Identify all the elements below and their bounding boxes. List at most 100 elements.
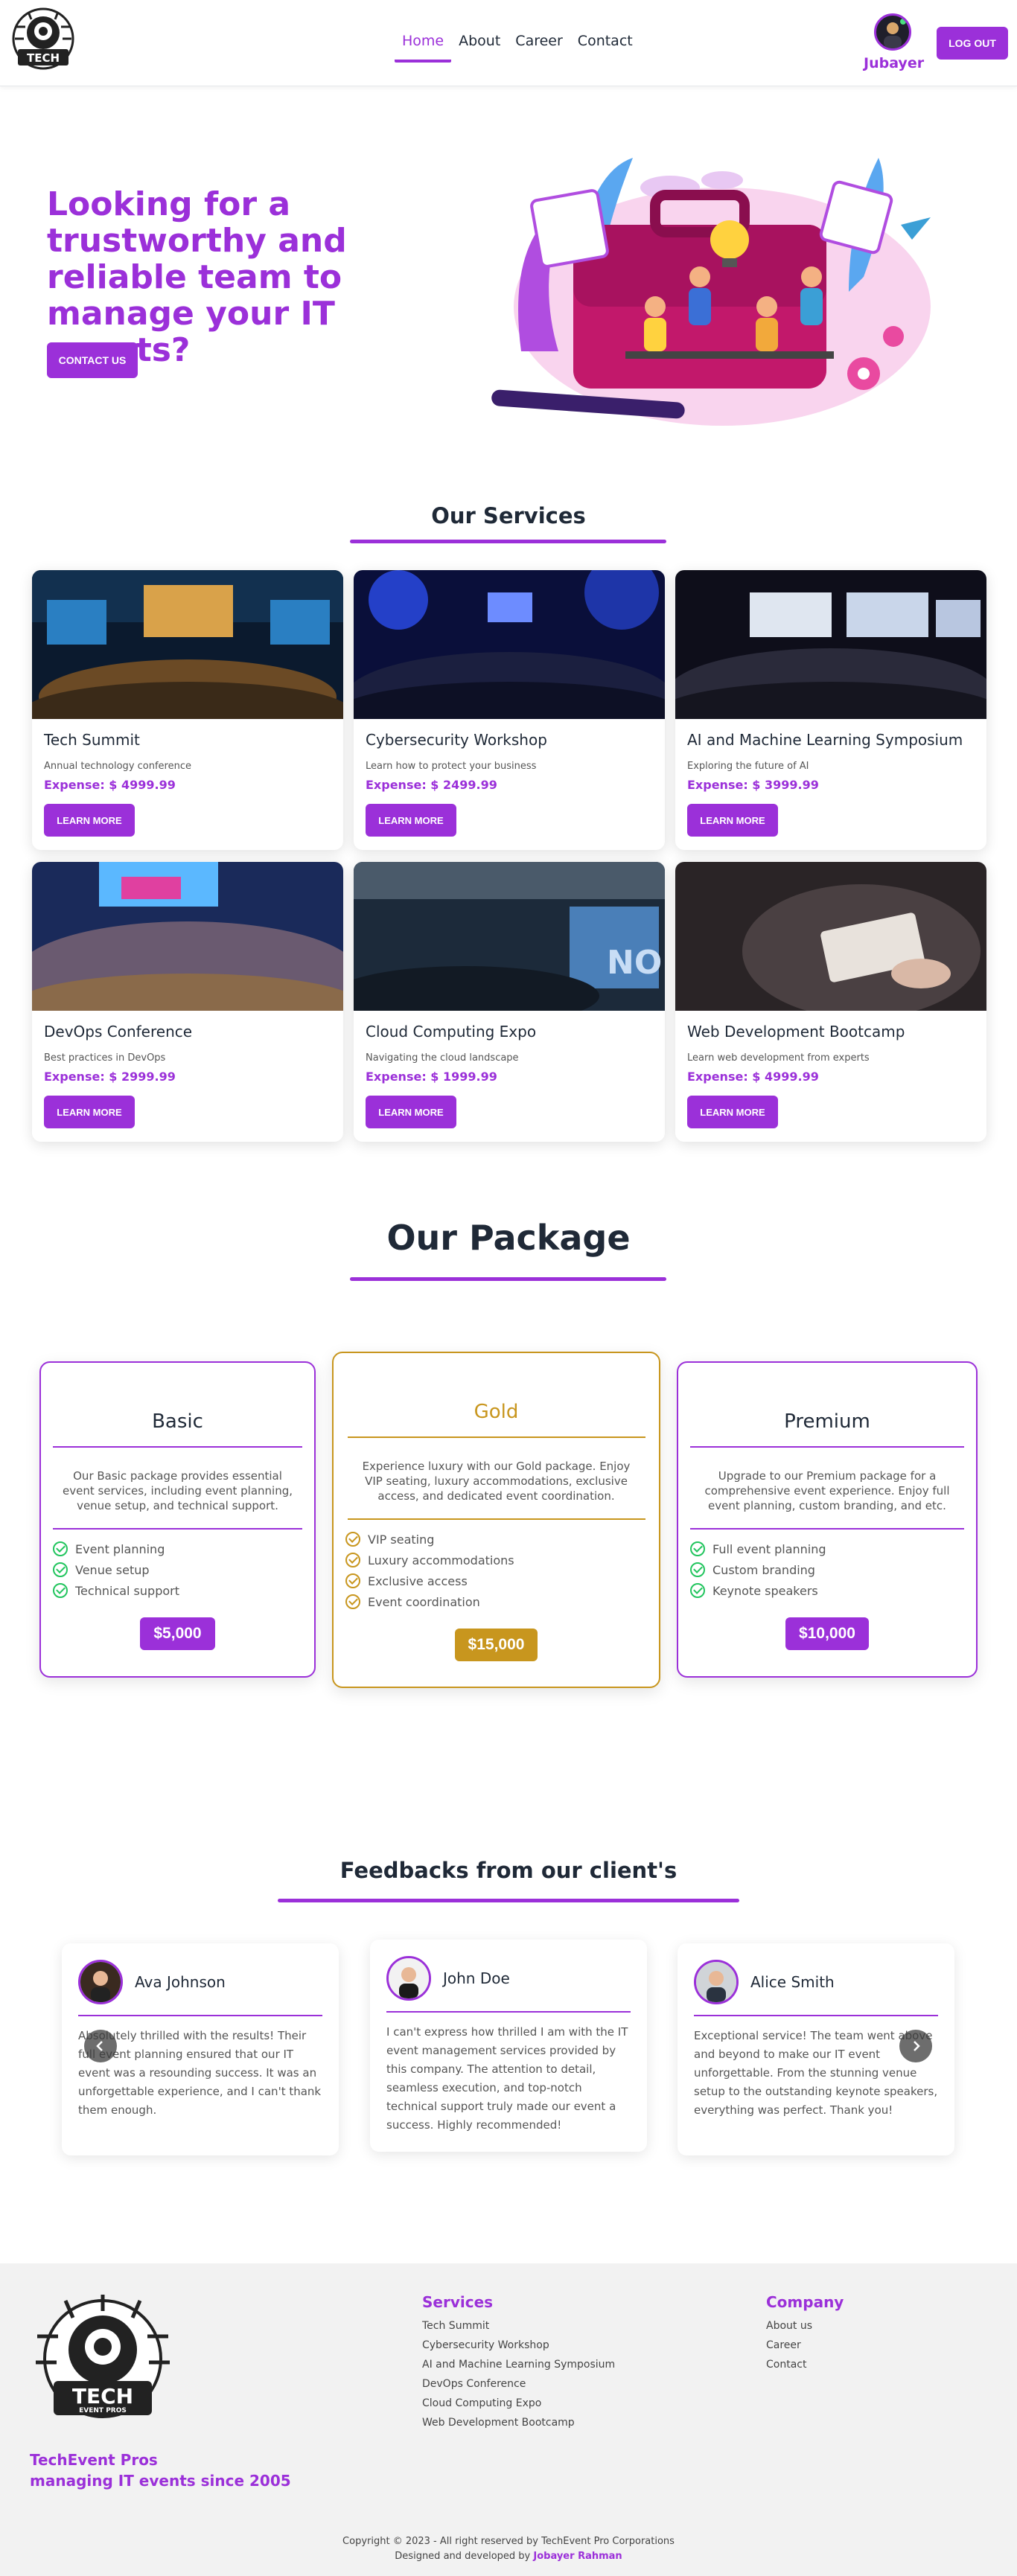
feature-item: Event planning <box>53 1538 314 1559</box>
check-circle-icon <box>345 1573 360 1588</box>
nav-home[interactable]: Home <box>395 33 452 63</box>
learn-more-button[interactable]: LEARN MORE <box>366 804 456 837</box>
service-card: Tech Summit Annual technology conference… <box>32 570 343 850</box>
footer-link[interactable]: About us <box>766 2320 844 2332</box>
carousel-prev-button[interactable] <box>84 2030 117 2062</box>
feedback-section: Feedbacks from our client's Ava Johnson … <box>0 1843 1017 2263</box>
service-description: Best practices in DevOps <box>44 1052 166 1064</box>
feedback-title: Feedbacks from our client's <box>339 1858 678 1883</box>
package-divider <box>53 1528 302 1530</box>
learn-more-button[interactable]: LEARN MORE <box>44 1096 135 1128</box>
check-circle-icon <box>53 1583 68 1598</box>
brand-tagline: managing IT events since 2005 <box>30 2472 291 2490</box>
hero-title: Looking for a trustworthy and reliable t… <box>47 185 347 368</box>
testimonial-divider <box>78 2015 322 2016</box>
contact-us-button[interactable]: CONTACT US <box>47 342 138 378</box>
footer-company-title: Company <box>766 2293 844 2311</box>
developer-link[interactable]: Jobayer Rahman <box>533 2551 622 2562</box>
client-name: Ava Johnson <box>135 1973 226 1991</box>
footer-link[interactable]: Tech Summit <box>422 2320 615 2332</box>
service-description: Navigating the cloud landscape <box>366 1052 519 1064</box>
check-circle-icon <box>345 1532 360 1547</box>
carousel-next-button[interactable] <box>899 2030 932 2062</box>
footer-link[interactable]: Contact <box>766 2359 844 2371</box>
client-avatar <box>386 1956 431 2001</box>
service-expense: Expense: $ 4999.99 <box>687 1070 819 1084</box>
online-status-dot <box>900 19 906 25</box>
service-expense: Expense: $ 2999.99 <box>44 1070 176 1084</box>
price-button[interactable]: $15,000 <box>454 1629 538 1661</box>
check-circle-icon <box>345 1553 360 1567</box>
tech-event-pros-logo: TECH EVENT PROS <box>36 2295 170 2418</box>
service-expense: Expense: $ 4999.99 <box>44 778 176 792</box>
feature-item: Exclusive access <box>345 1570 659 1591</box>
learn-more-button[interactable]: LEARN MORE <box>44 804 135 837</box>
package-features: Full event planning Custom branding Keyn… <box>678 1538 976 1601</box>
price-button[interactable]: $10,000 <box>785 1617 869 1650</box>
package-card-gold: Gold Experience luxury with our Gold pac… <box>332 1352 660 1688</box>
chevron-left-icon <box>96 2041 103 2051</box>
footer-link[interactable]: Cloud Computing Expo <box>422 2397 615 2409</box>
designed-by-label: Designed and developed by <box>395 2551 531 2562</box>
service-description: Exploring the future of AI <box>687 761 809 772</box>
package-name: Gold <box>474 1401 519 1423</box>
footer-link[interactable]: Cybersecurity Workshop <box>422 2339 615 2351</box>
package-description: Upgrade to our Premium package for a com… <box>704 1469 950 1512</box>
check-circle-icon <box>345 1594 360 1609</box>
feature-item: Luxury accommodations <box>345 1550 659 1570</box>
footer-link[interactable]: Web Development Bootcamp <box>422 2417 615 2429</box>
nav-about[interactable]: About <box>451 33 508 63</box>
package-features: VIP seating Luxury accommodations Exclus… <box>334 1529 659 1612</box>
client-avatar <box>694 1960 739 2004</box>
service-description: Learn how to protect your business <box>366 761 537 772</box>
service-card: NOR Cloud Computing Expo Navigating the … <box>354 862 665 1142</box>
nav-contact[interactable]: Contact <box>570 33 640 63</box>
client-avatar <box>78 1960 123 2004</box>
service-image <box>675 862 986 1011</box>
user-avatar[interactable] <box>874 13 911 51</box>
services-title: Our Services <box>431 503 586 528</box>
main-nav: Home About Career Contact <box>395 33 640 63</box>
service-card: Web Development Bootcamp Learn web devel… <box>675 862 986 1142</box>
price-button[interactable]: $5,000 <box>140 1617 215 1650</box>
service-title: Cybersecurity Workshop <box>366 731 547 749</box>
svg-text:TECH: TECH <box>72 2384 133 2409</box>
hero-section: Looking for a trustworthy and reliable t… <box>0 86 1017 458</box>
navbar: TECH Home About Career Contact Jubayer L… <box>0 0 1017 86</box>
footer-link[interactable]: Career <box>766 2339 844 2351</box>
learn-more-button[interactable]: LEARN MORE <box>687 1096 778 1128</box>
logout-button[interactable]: LOG OUT <box>937 27 1008 60</box>
footer-services-column: Services Tech Summit Cybersecurity Works… <box>422 2293 615 2436</box>
package-divider <box>53 1446 302 1448</box>
client-name: Alice Smith <box>750 1973 835 1991</box>
svg-text:NOR: NOR <box>607 944 665 982</box>
service-expense: Expense: $ 1999.99 <box>366 1070 497 1084</box>
footer-company-column: Company About us Career Contact <box>766 2293 844 2378</box>
service-description: Annual technology conference <box>44 761 191 772</box>
check-circle-icon <box>53 1562 68 1577</box>
package-divider <box>690 1446 964 1448</box>
service-title: DevOps Conference <box>44 1023 193 1041</box>
footer-link[interactable]: DevOps Conference <box>422 2378 615 2390</box>
package-divider <box>690 1528 964 1530</box>
user-menu[interactable]: Jubayer <box>864 13 924 71</box>
service-expense: Expense: $ 3999.99 <box>687 778 819 792</box>
package-divider <box>347 1436 645 1438</box>
package-features: Event planning Venue setup Technical sup… <box>41 1538 314 1601</box>
learn-more-button[interactable]: LEARN MORE <box>687 804 778 837</box>
client-name: John Doe <box>443 1969 510 1987</box>
feedback-underline <box>278 1899 739 1902</box>
learn-more-button[interactable]: LEARN MORE <box>366 1096 456 1128</box>
check-circle-icon <box>690 1583 705 1598</box>
package-section: Our Package Basic Our Basic package prov… <box>0 1203 1017 1843</box>
nav-career[interactable]: Career <box>508 33 570 63</box>
svg-text:EVENT PROS: EVENT PROS <box>79 2407 127 2414</box>
footer-services-title: Services <box>422 2293 494 2311</box>
tech-event-logo[interactable]: TECH <box>6 4 80 79</box>
service-image: NOR <box>354 862 665 1011</box>
service-title: Tech Summit <box>44 731 140 749</box>
footer-link[interactable]: AI and Machine Learning Symposium <box>422 2359 615 2371</box>
package-description: Our Basic package provides essential eve… <box>62 1469 293 1512</box>
service-expense: Expense: $ 2499.99 <box>366 778 497 792</box>
testimonial-divider <box>694 2015 938 2016</box>
